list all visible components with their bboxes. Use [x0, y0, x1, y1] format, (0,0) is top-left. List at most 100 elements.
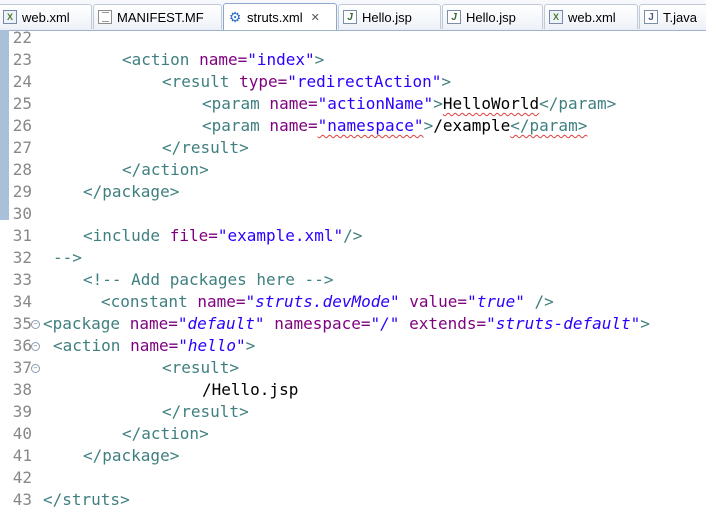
tab-hello-jsp[interactable]: J Hello.jsp: [338, 4, 441, 29]
line-number: 25: [12, 94, 32, 113]
xml-tag: >: [640, 314, 650, 333]
xml-value: "/": [370, 314, 400, 333]
code-line: 23 <action name="index">: [0, 49, 706, 71]
code-line: 35 − <package name="default" namespace="…: [0, 313, 706, 335]
xml-attribute: extends=: [399, 314, 487, 333]
code-line: 36 − <action name="hello">: [0, 335, 706, 357]
line-number: 39: [12, 402, 32, 421]
xml-tag: <action: [122, 50, 190, 69]
code-line: 30: [0, 203, 706, 225]
xml-text: /Hello.jsp: [202, 380, 299, 399]
tab-label: Hello.jsp: [362, 9, 412, 25]
xml-value: "struts-default": [486, 314, 641, 333]
line-number: 26: [12, 116, 32, 135]
xml-comment: <!-- Add packages here -->: [83, 270, 334, 289]
tab-manifest-mf[interactable]: MANIFEST.MF: [93, 4, 222, 29]
xml-tag: </action>: [122, 424, 209, 443]
xml-attribute: name=: [259, 116, 318, 135]
line-number: 36: [12, 336, 32, 355]
collapse-icon[interactable]: −: [31, 364, 40, 373]
xml-attribute: namespace=: [264, 314, 371, 333]
xml-value: "index": [247, 50, 315, 69]
xml-tag: </package>: [83, 182, 180, 201]
xml-text: /example: [433, 116, 511, 135]
tab-label: web.xml: [568, 9, 616, 25]
xml-tag: </struts>: [43, 490, 130, 509]
tab-t-java[interactable]: J T.java: [639, 4, 706, 29]
xml-attribute: name=: [187, 292, 246, 311]
xml-tag: <package: [43, 314, 121, 333]
line-number: 34: [12, 292, 32, 311]
xml-value: "namespace": [317, 116, 424, 135]
line-number: 31: [12, 226, 32, 245]
line-number: 27: [12, 138, 32, 157]
java-file-icon: J: [644, 10, 658, 24]
xml-attribute: name=: [259, 94, 318, 113]
line-number: 33: [12, 270, 32, 289]
xml-tag: </action>: [122, 160, 209, 179]
xml-value: "redirectAction": [287, 72, 442, 91]
xml-tag: >: [441, 72, 451, 91]
xml-file-icon: X: [549, 10, 563, 24]
jsp-file-icon: J: [343, 10, 357, 24]
code-line: 41 </package>: [0, 445, 706, 467]
xml-text: HelloWorld: [442, 94, 540, 113]
xml-attribute: file=: [160, 226, 218, 245]
xml-file-icon: X: [3, 10, 17, 24]
line-number: 24: [12, 72, 32, 91]
xml-attribute: name=: [120, 314, 178, 333]
line-number: 38: [12, 380, 32, 399]
xml-tag: <param: [202, 116, 260, 135]
xml-tag: </param>: [539, 94, 617, 113]
xml-attribute: name=: [120, 336, 179, 355]
code-line: 22: [0, 27, 706, 49]
xml-tag: />: [524, 292, 554, 311]
gear-icon: ⚙: [228, 8, 242, 25]
line-number: 22: [12, 28, 32, 47]
line-number: 40: [12, 424, 32, 443]
line-number: 28: [12, 160, 32, 179]
code-line: 25 <param name="actionName">HelloWorld</…: [0, 93, 706, 115]
tab-web-xml-2[interactable]: X web.xml: [544, 4, 638, 29]
xml-tag: </param>: [510, 116, 588, 135]
line-number: 23: [12, 50, 32, 69]
xml-tag: <include: [83, 226, 161, 245]
text-file-icon: [98, 10, 112, 24]
line-number: 32: [12, 248, 32, 267]
code-line: 34 <constant name="struts.devMode" value…: [0, 291, 706, 313]
code-line: 32 -->: [0, 247, 706, 269]
xml-tag: <constant: [101, 292, 188, 311]
code-line: 38 /Hello.jsp: [0, 379, 706, 401]
xml-attribute: type=: [229, 72, 288, 91]
xml-tag: <action: [53, 336, 121, 355]
collapse-icon[interactable]: −: [31, 342, 40, 351]
tab-web-xml[interactable]: X web.xml: [0, 4, 92, 29]
xml-tag: </result>: [162, 402, 249, 421]
code-line: 24 <result type="redirectAction">: [0, 71, 706, 93]
code-line: 31 <include file="example.xml"/>: [0, 225, 706, 247]
tab-label: struts.xml: [247, 9, 303, 25]
xml-attribute: name=: [189, 50, 248, 69]
line-number: 30: [12, 204, 32, 223]
xml-tag: >: [314, 50, 325, 69]
xml-tag: >: [433, 94, 443, 113]
collapse-icon[interactable]: −: [31, 320, 40, 329]
code-line: 26 <param name="namespace">/example</par…: [0, 115, 706, 137]
tab-struts-xml[interactable]: ⚙ struts.xml ✕: [223, 3, 337, 30]
close-icon[interactable]: ✕: [311, 11, 320, 24]
xml-value: "hello": [178, 336, 246, 355]
code-line: 29 </package>: [0, 181, 706, 203]
xml-source-editor[interactable]: 22 23 <action name="index"> 24 <result t…: [0, 27, 706, 512]
line-number: 41: [12, 446, 32, 465]
code-line: 27 </result>: [0, 137, 706, 159]
xml-attribute: value=: [399, 292, 468, 311]
code-line: 33 <!-- Add packages here -->: [0, 269, 706, 291]
tab-hello-jsp-2[interactable]: J Hello.jsp: [442, 4, 543, 29]
xml-value: "struts.devMode": [245, 292, 400, 311]
xml-tag: </result>: [162, 138, 249, 157]
line-number: 37: [12, 358, 32, 377]
code-line: 28 </action>: [0, 159, 706, 181]
line-number: 43: [12, 490, 32, 509]
jsp-file-icon: J: [447, 10, 461, 24]
xml-tag: >: [245, 336, 256, 355]
